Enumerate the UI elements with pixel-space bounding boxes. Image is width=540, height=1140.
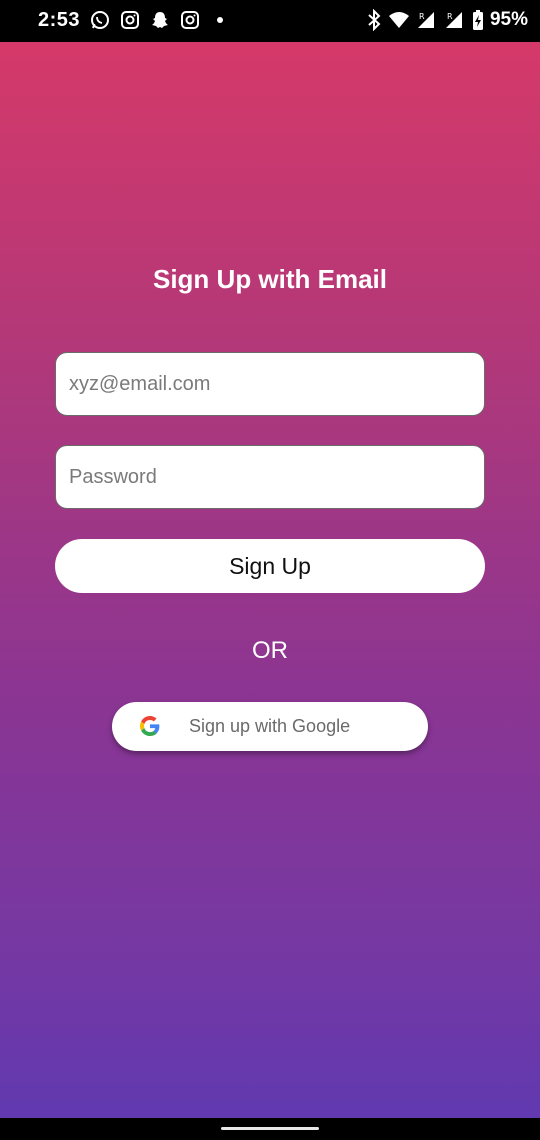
svg-text:R: R xyxy=(447,12,453,21)
google-icon xyxy=(140,716,160,736)
home-gesture-handle[interactable] xyxy=(221,1127,319,1130)
signup-button[interactable]: Sign Up xyxy=(55,539,485,593)
battery-charging-icon xyxy=(472,10,483,30)
email-field[interactable] xyxy=(55,352,485,416)
status-time: 2:53 xyxy=(38,9,81,31)
svg-text:R: R xyxy=(419,12,425,21)
navigation-bar xyxy=(0,1118,540,1140)
or-divider-text: OR xyxy=(252,637,288,664)
password-input[interactable] xyxy=(56,446,484,508)
battery-percent: 95% xyxy=(489,9,528,30)
google-signup-label: Sign up with Google xyxy=(189,716,351,736)
bluetooth-icon xyxy=(368,9,381,31)
instagram-icon xyxy=(181,11,199,29)
status-bar: 2:53 R R 95% xyxy=(0,0,540,42)
wifi-icon xyxy=(388,12,409,28)
snapchat-icon xyxy=(152,12,168,28)
dot-icon xyxy=(217,17,223,23)
google-signup-button[interactable]: Sign up with Google xyxy=(112,702,428,751)
password-field[interactable] xyxy=(55,445,485,509)
instagram-icon xyxy=(121,11,139,29)
notification-icons xyxy=(90,10,230,30)
whatsapp-icon xyxy=(91,11,109,29)
signal-r-icon: R xyxy=(445,12,462,28)
signup-screen: Sign Up with Email Sign Up OR Sign up wi… xyxy=(0,42,540,1118)
email-input[interactable] xyxy=(56,353,484,415)
system-icons: R R 95% xyxy=(366,9,528,31)
page-title: Sign Up with Email xyxy=(152,264,387,294)
signal-r-icon: R xyxy=(417,12,434,28)
